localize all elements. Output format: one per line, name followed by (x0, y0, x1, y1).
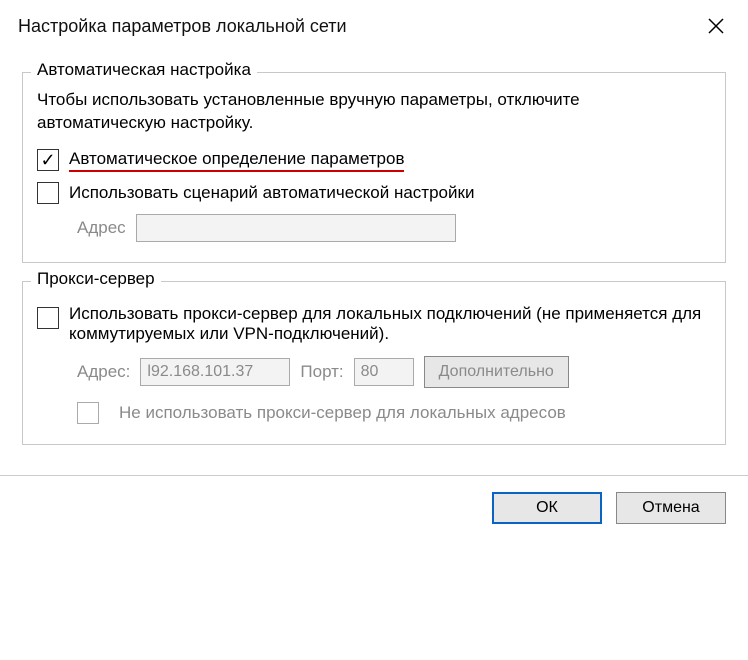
lan-settings-dialog: Настройка параметров локальной сети Авто… (0, 0, 748, 540)
bypass-local-label: Не использовать прокси-сервер для локаль… (119, 403, 566, 423)
dialog-title: Настройка параметров локальной сети (18, 16, 347, 37)
titlebar: Настройка параметров локальной сети (0, 0, 748, 46)
use-proxy-row: Использовать прокси-сервер для локальных… (37, 304, 711, 344)
auto-detect-checkbox[interactable] (37, 149, 59, 171)
proxy-title: Прокси-сервер (31, 269, 161, 289)
bypass-local-checkbox (77, 402, 99, 424)
script-address-label: Адрес (77, 218, 126, 238)
proxy-group: Прокси-сервер Использовать прокси-сервер… (22, 281, 726, 445)
use-script-row: Использовать сценарий автоматической нас… (37, 182, 711, 204)
close-icon (708, 18, 724, 34)
proxy-address-row: Адрес: Порт: Дополнительно (77, 356, 711, 388)
script-address-input (136, 214, 456, 242)
close-button[interactable] (696, 10, 736, 42)
bypass-local-row: Не использовать прокси-сервер для локаль… (77, 402, 711, 424)
use-proxy-label: Использовать прокси-сервер для локальных… (69, 304, 711, 344)
auto-detect-label: Автоматическое определение параметров (69, 149, 404, 172)
proxy-address-label: Адрес: (77, 362, 130, 382)
auto-config-title: Автоматическая настройка (31, 60, 257, 80)
proxy-address-input (140, 358, 290, 386)
use-script-checkbox[interactable] (37, 182, 59, 204)
auto-config-description: Чтобы использовать установленные вручную… (37, 89, 711, 135)
ok-button[interactable]: ОК (492, 492, 602, 524)
use-script-label: Использовать сценарий автоматической нас… (69, 183, 474, 203)
auto-config-group: Автоматическая настройка Чтобы использов… (22, 72, 726, 263)
dialog-footer: ОК Отмена (0, 475, 748, 540)
proxy-port-input (354, 358, 414, 386)
proxy-port-label: Порт: (300, 362, 343, 382)
auto-detect-row: Автоматическое определение параметров (37, 149, 711, 172)
cancel-button[interactable]: Отмена (616, 492, 726, 524)
script-address-row: Адрес (77, 214, 711, 242)
use-proxy-checkbox[interactable] (37, 307, 59, 329)
advanced-button: Дополнительно (424, 356, 569, 388)
